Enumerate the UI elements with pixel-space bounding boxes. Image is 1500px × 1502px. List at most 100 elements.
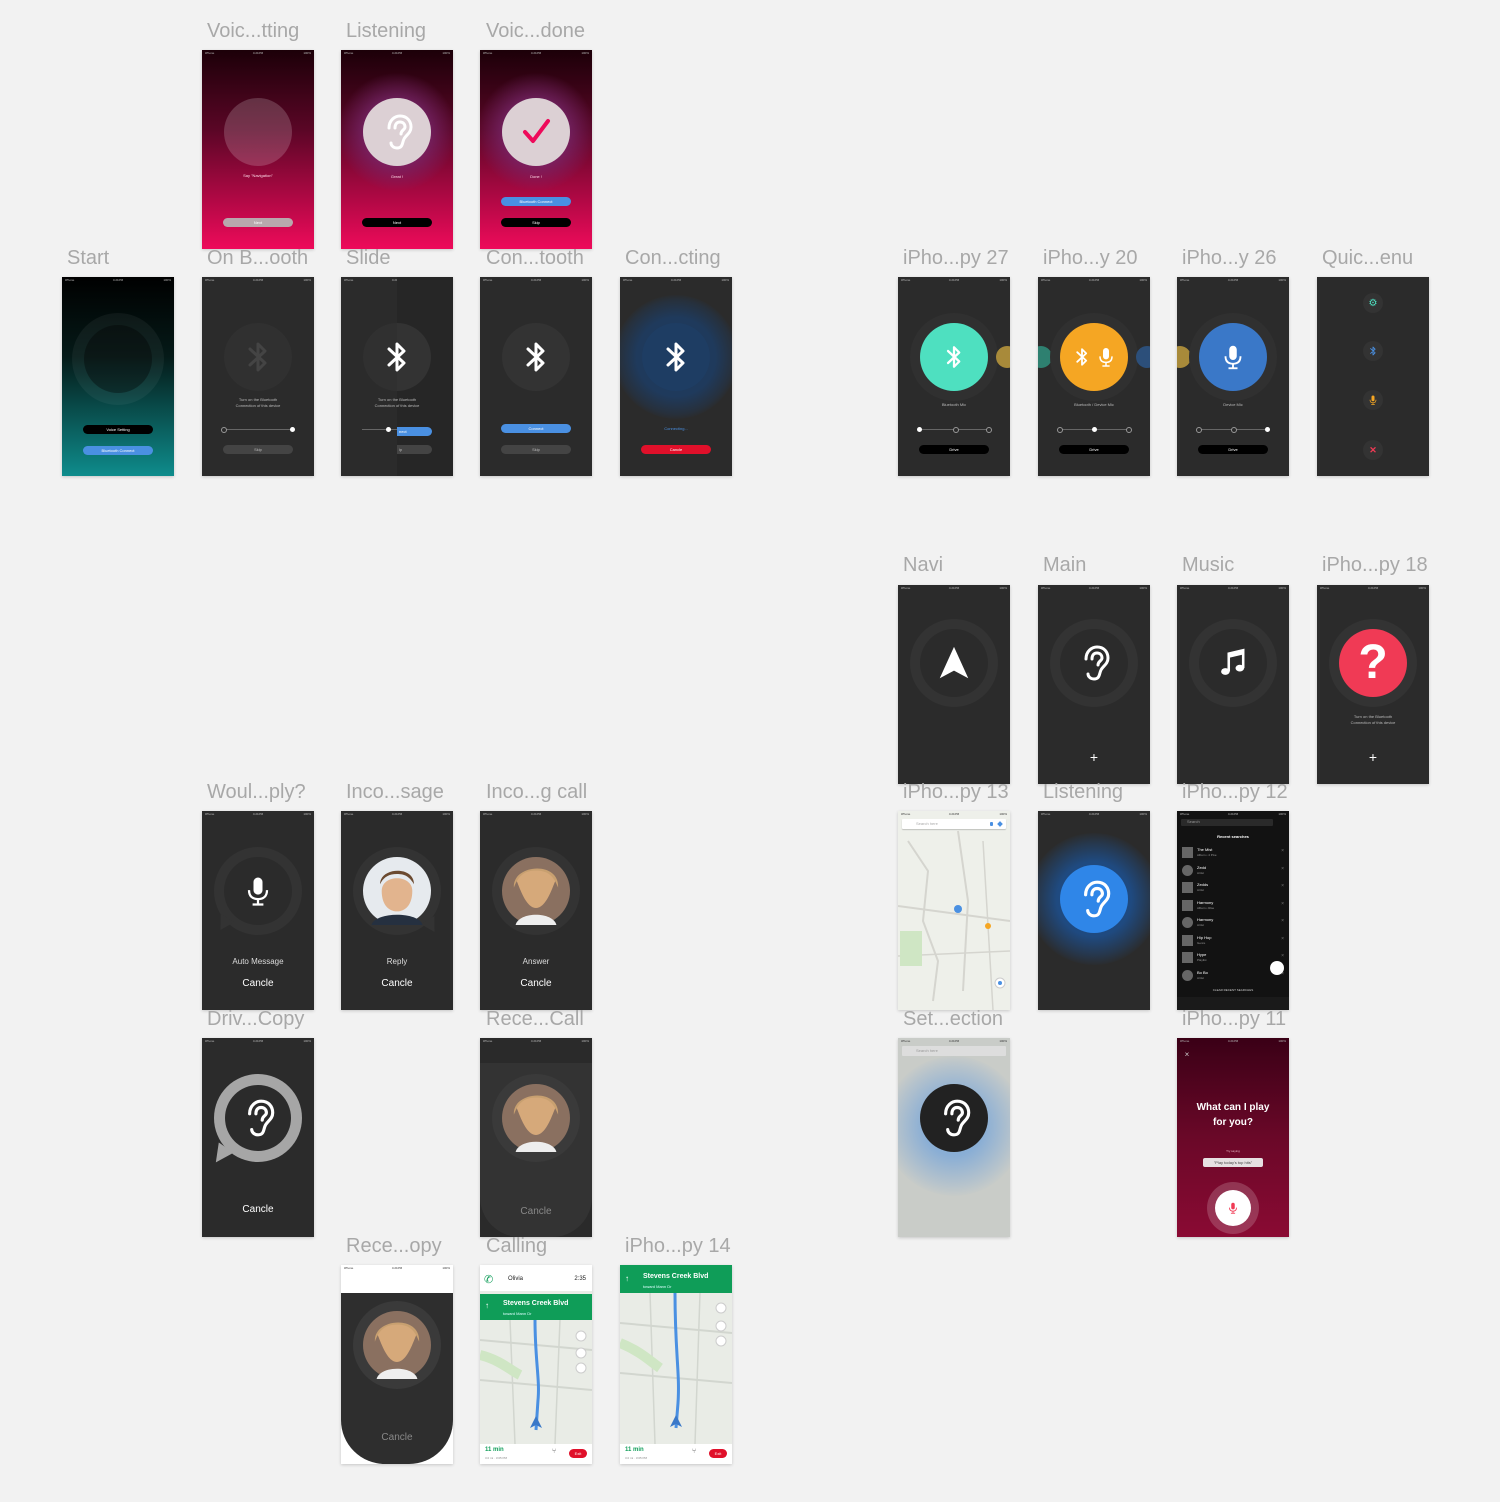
screen-receive-call[interactable]: iPhone 4:21PM 100% Cancle: [480, 1038, 592, 1237]
bluetooth-connect-button[interactable]: Bluetooth Connect: [501, 197, 571, 206]
bluetooth-mic-circle[interactable]: [920, 323, 988, 391]
screen-incoming-message[interactable]: iPhone 4:21PM 100% Reply Cancle: [341, 811, 453, 1010]
screen-iphone-20[interactable]: iPhone 4:21PM 100% Bluetooth / Device Mic …: [1038, 277, 1150, 476]
remove-icon[interactable]: ×: [1281, 901, 1284, 907]
route-map[interactable]: [480, 1320, 592, 1444]
screen-iphone-14[interactable]: ↑ Stevens Creek Blvd toward Mann Dr 11 m…: [620, 1265, 732, 1464]
screen-connect-bluetooth[interactable]: iPhone 4:21PM 100% Connect Skip: [480, 277, 592, 476]
connect-button[interactable]: Connect: [501, 424, 571, 433]
music-circle[interactable]: [1199, 629, 1267, 697]
close-icon[interactable]: ✕: [1363, 440, 1383, 460]
cancel-button[interactable]: Cancle: [341, 978, 453, 989]
slider-handle[interactable]: [1092, 427, 1097, 432]
ear-circle[interactable]: [920, 1084, 988, 1152]
screen-set-direction[interactable]: iPhone 4:21PM 100% Search here: [898, 1038, 1010, 1237]
mic-button[interactable]: [1215, 1190, 1251, 1226]
device-mic-circle[interactable]: [1199, 323, 1267, 391]
screen-main[interactable]: iPhone 4:21PM 100% +: [1038, 585, 1150, 784]
remove-icon[interactable]: ×: [1281, 883, 1284, 889]
drive-button[interactable]: Drive: [919, 445, 989, 454]
screen-music[interactable]: iPhone 4:21PM 100%: [1177, 585, 1289, 784]
list-item[interactable]: Harmony Artist ×: [1177, 914, 1289, 931]
list-item[interactable]: The Mist Album • 4 Pixe ×: [1177, 844, 1289, 861]
screen-connecting[interactable]: iPhone 4:21PM 100% Connecting... Cancle: [620, 277, 732, 476]
route-map[interactable]: [620, 1293, 732, 1444]
screen-incoming-call[interactable]: iPhone 4:21PM 100% Answer Cancle: [480, 811, 592, 1010]
cancel-button[interactable]: Cancle: [480, 1206, 592, 1217]
music-search-input[interactable]: Search: [1181, 819, 1273, 826]
screen-iphone-26[interactable]: iPhone 4:21PM 100% Device Mic Drive: [1177, 277, 1289, 476]
cancel-button[interactable]: Cancle: [202, 978, 314, 989]
ear-circle[interactable]: [1060, 629, 1128, 697]
slider-handle[interactable]: [917, 427, 922, 432]
remove-icon[interactable]: ×: [1281, 918, 1284, 924]
next-button[interactable]: Next: [223, 218, 293, 227]
screen-iphone-18[interactable]: iPhone 4:21PM 100% ? Turn on the Bluetooth…: [1317, 585, 1429, 784]
screen-slide[interactable]: iPhone4:21PM100% nect ip Turn on the Blu…: [341, 277, 453, 476]
list-item[interactable]: Hip Hop Genre ×: [1177, 932, 1289, 949]
screen-calling[interactable]: ✆ Olivia 2:35 ↑ Stevens Creek Blvd towar…: [480, 1265, 592, 1464]
remove-icon[interactable]: ×: [1281, 953, 1284, 959]
auto-message-button[interactable]: Auto Message: [202, 957, 314, 966]
plus-icon[interactable]: +: [1363, 749, 1383, 765]
screen-iphone-12[interactable]: iPhone 4:21PM 100% Search Recent searches …: [1177, 811, 1289, 1010]
slider-track[interactable]: [362, 429, 397, 430]
connect-button-partial[interactable]: nect: [397, 427, 432, 436]
screen-receive-copy[interactable]: iPhone 4:21PM 100% Cancle: [341, 1265, 453, 1464]
bluetooth-connect-button[interactable]: Bluetooth Connect: [83, 446, 153, 455]
list-item[interactable]: Zedds Artist ×: [1177, 879, 1289, 896]
plus-icon[interactable]: +: [1084, 749, 1104, 765]
list-item[interactable]: Harmony Album • Rise ×: [1177, 897, 1289, 914]
clear-recent-button[interactable]: CLEAR RECENT SEARCHES: [1177, 987, 1289, 993]
ear-circle[interactable]: [1060, 865, 1128, 933]
drive-button[interactable]: Drive: [1198, 445, 1268, 454]
drive-button[interactable]: Drive: [1059, 445, 1129, 454]
map-search-bar[interactable]: Search here: [902, 1046, 1006, 1056]
navi-circle[interactable]: [920, 629, 988, 697]
screen-listening-2[interactable]: iPhone 4:21PM 100%: [1038, 811, 1150, 1010]
screen-would-reply[interactable]: iPhone 4:21PM 100% Auto Message Cancle: [202, 811, 314, 1010]
screen-iphone-11[interactable]: iPhone 4:21PM 100% × What can I play for y…: [1177, 1038, 1289, 1237]
remove-icon[interactable]: ×: [1281, 848, 1284, 854]
screen-on-bluetooth[interactable]: iPhone 4:21PM 100% Turn on the Bluetooth C…: [202, 277, 314, 476]
screen-driving-copy[interactable]: iPhone 4:21PM 100% Cancle: [202, 1038, 314, 1237]
close-icon[interactable]: ×: [1183, 1050, 1191, 1059]
settings-icon[interactable]: ⚙: [1363, 293, 1383, 313]
cancel-button[interactable]: Cancle: [341, 1432, 453, 1443]
skip-button[interactable]: Skip: [501, 218, 571, 227]
cancel-button[interactable]: Cancle: [202, 1204, 314, 1215]
cancel-button[interactable]: Cancle: [480, 978, 592, 989]
reply-button[interactable]: Reply: [341, 957, 453, 966]
screen-navi[interactable]: iPhone 4:21PM 100%: [898, 585, 1010, 784]
remove-icon[interactable]: ×: [1281, 936, 1284, 942]
skip-button[interactable]: Skip: [501, 445, 571, 454]
screen-listening[interactable]: iPhone 4:21PM 100% Great ! Next: [341, 50, 453, 249]
slider-handle[interactable]: [290, 427, 295, 432]
route-options-icon[interactable]: ⑂: [692, 1448, 696, 1455]
screen-voice-done[interactable]: iPhone 4:21PM 100% Done ! Bluetooth Connec…: [480, 50, 592, 249]
cancel-button[interactable]: Cancle: [641, 445, 711, 454]
screen-iphone-27[interactable]: iPhone 4:21PM 100% Bluetooth Mic Drive: [898, 277, 1010, 476]
voice-button[interactable]: [1270, 961, 1284, 975]
screen-start[interactable]: iPhone 4:21PM 100% Voice Setting Bluetooth…: [62, 277, 174, 476]
screen-quick-menu[interactable]: ⚙ ✕: [1317, 277, 1429, 476]
bluetooth-menu-button[interactable]: [1363, 341, 1383, 361]
skip-button-partial[interactable]: ip: [397, 445, 432, 454]
mic-menu-button[interactable]: [1363, 390, 1383, 410]
suggestion-chip[interactable]: "Play today's top hits": [1203, 1158, 1263, 1167]
screen-voice-setting[interactable]: iPhone 4:21PM 100% Say "Navigation" Next: [202, 50, 314, 249]
bluetooth-device-mic-circle[interactable]: [1060, 323, 1128, 391]
exit-button[interactable]: Exit: [709, 1449, 727, 1458]
route-options-icon[interactable]: ⑂: [552, 1448, 556, 1455]
skip-button[interactable]: Skip: [223, 445, 293, 454]
list-item[interactable]: Zedd Artist ×: [1177, 862, 1289, 879]
remove-icon[interactable]: ×: [1281, 866, 1284, 872]
slider-track[interactable]: [223, 429, 293, 430]
map-view[interactable]: [898, 811, 1010, 1010]
next-button[interactable]: Next: [362, 218, 432, 227]
question-icon[interactable]: ?: [1339, 629, 1407, 697]
call-banner[interactable]: ✆ Olivia 2:35: [480, 1265, 592, 1291]
exit-button[interactable]: Exit: [569, 1449, 587, 1458]
screen-iphone-13[interactable]: iPhone 4:21PM 100% Search here: [898, 811, 1010, 1010]
answer-button[interactable]: Answer: [480, 957, 592, 966]
